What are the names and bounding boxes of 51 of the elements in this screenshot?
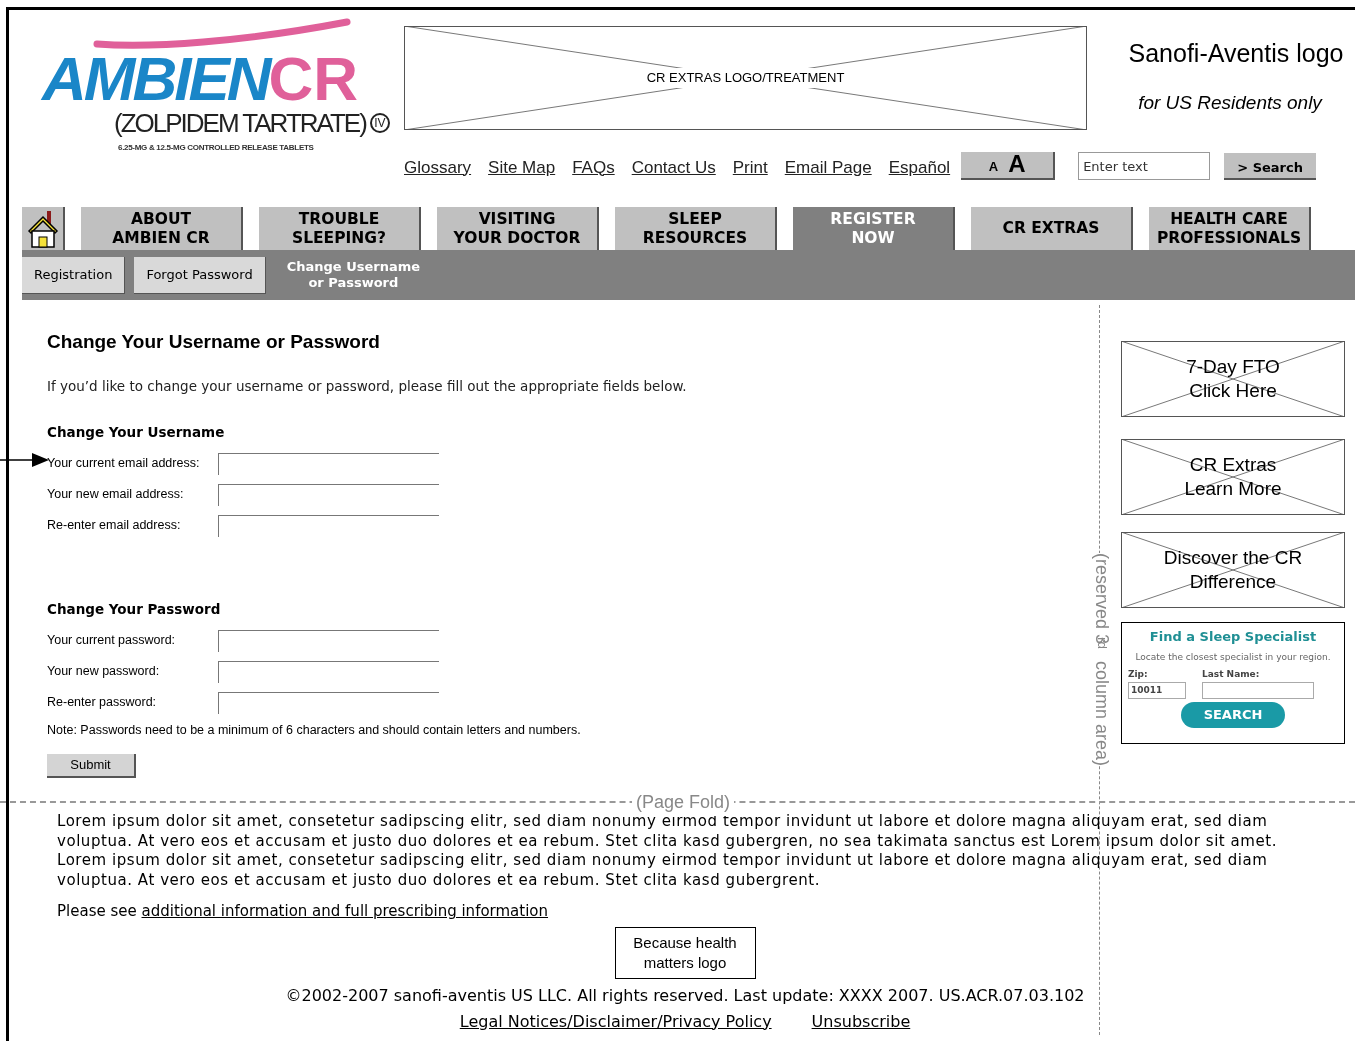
sub-tab[interactable]: Registration xyxy=(22,256,126,294)
utility-link[interactable]: Print xyxy=(732,154,768,180)
utility-link[interactable]: Site Map xyxy=(488,154,556,180)
field-label: Your current email address: xyxy=(47,455,201,473)
utility-link[interactable]: FAQs xyxy=(572,154,615,180)
nav-tab[interactable]: VISITING YOUR DOCTOR xyxy=(437,207,599,250)
page-title: Change Your Username or Password xyxy=(47,330,381,354)
home-tab[interactable] xyxy=(22,207,65,250)
section-heading: Change Your Username xyxy=(47,422,226,442)
field-label: Re-enter email address: xyxy=(47,517,182,535)
submit-button[interactable]: Submit xyxy=(47,754,136,778)
sub-tab[interactable]: Forgot Password xyxy=(134,256,266,294)
nav-tab[interactable]: CR EXTRAS xyxy=(971,207,1133,250)
nav-tab[interactable]: SLEEP RESOURCES xyxy=(615,207,777,250)
utility-link[interactable]: Email Page xyxy=(784,154,872,180)
zip-field[interactable]: 10011 xyxy=(1128,681,1186,699)
nav-tab[interactable]: HEALTH CARE PROFESSIONALS xyxy=(1149,207,1311,250)
zip-label: Zip: xyxy=(1128,668,1149,681)
brand-logo[interactable]: AMBIENCR (ZOLPIDEM TARTRATE) IV 6.25-MG & 12.5-MG CONTROLLED RELEASE TABLETS xyxy=(9,10,404,200)
widget-title: Find a Sleep Specialist xyxy=(1148,628,1318,646)
last-name-label: Last Name: xyxy=(1202,668,1261,681)
logo-placeholder-text: Because health matters logo xyxy=(633,932,737,973)
footer-link[interactable]: Unsubscribe xyxy=(811,1009,911,1034)
footer-link[interactable]: Legal Notices/Disclaimer/Privacy Policy xyxy=(459,1009,772,1034)
field-label: Your new email address: xyxy=(47,486,185,504)
residency-note: for US Residents only xyxy=(1138,90,1322,115)
swoosh-icon xyxy=(92,18,352,52)
search-button[interactable]: > Search xyxy=(1224,153,1317,180)
prescribing-link[interactable]: additional information and full prescribing information xyxy=(141,902,549,920)
promo-text: Discover the CR Difference xyxy=(1163,546,1303,594)
copyright-text: ©2002-2007 sanofi-aventis US LLC. All rights reserved. Last update: XXXX 2007. US.ACR.07.03.102 xyxy=(285,984,1085,1007)
utility-link[interactable]: Contact Us xyxy=(631,154,716,180)
utility-link[interactable]: Español xyxy=(888,154,951,180)
nav-tab[interactable]: TROUBLE SLEEPING? xyxy=(259,207,421,250)
last-name-field[interactable] xyxy=(1202,681,1314,699)
field-label: Your current password: xyxy=(47,632,177,650)
promo-text: 7-Day FTO Click Here xyxy=(1186,355,1280,403)
intro-text: If you’d like to change your username or password, please fill out the appropriate fields below. xyxy=(47,376,688,396)
nav-tab[interactable]: REGISTER NOW xyxy=(793,207,955,250)
company-logo-text: Sanofi-Aventis logo xyxy=(1128,38,1344,69)
utility-link[interactable]: Glossary xyxy=(404,154,472,180)
prescribing-sentence: Please see additional information and full prescribing information xyxy=(57,901,550,922)
widget-subtitle: Locate the closest specialist in your region. xyxy=(1134,650,1332,664)
search-field[interactable]: Enter text xyxy=(1078,152,1211,180)
text-size-button[interactable]: A A xyxy=(961,152,1056,180)
promo-text: CR Extras Learn More xyxy=(1184,453,1282,501)
nav-tab[interactable]: ABOUT AMBIEN CR xyxy=(81,207,243,250)
password-note: Note: Passwords need to be a minimum of 6 characters and should contain letters and numbers. xyxy=(47,722,582,740)
field-label: Re-enter password: xyxy=(47,694,158,712)
section-heading: Change Your Password xyxy=(47,600,222,619)
field-label: Your new password: xyxy=(47,663,161,681)
